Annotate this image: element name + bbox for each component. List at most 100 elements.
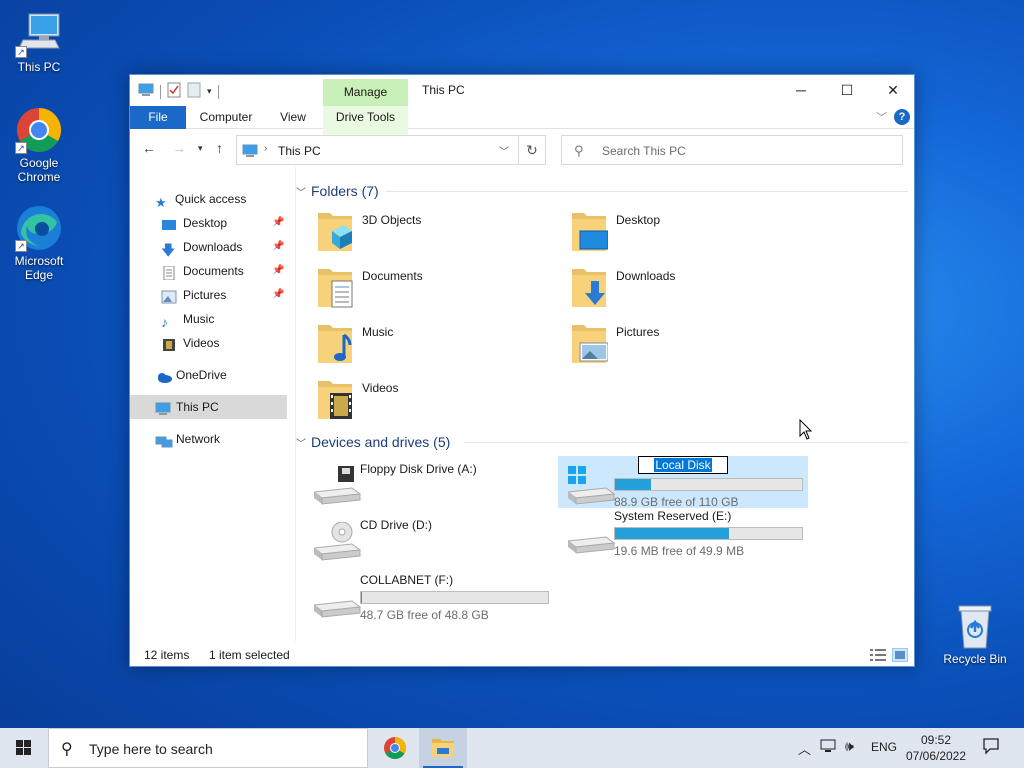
rename-input[interactable]: Local Disk <box>638 456 728 474</box>
folder-music[interactable]: Music <box>296 321 526 371</box>
notifications-icon[interactable] <box>982 737 1000 758</box>
computer-icon <box>241 144 259 161</box>
drive-usage-bar <box>360 591 549 604</box>
drive-free-space: 48.7 GB free of 48.8 GB <box>360 608 489 622</box>
status-bar: 12 items 1 item selected <box>130 645 914 667</box>
separator <box>217 84 219 99</box>
downloads-folder-icon <box>570 265 608 309</box>
volume-icon[interactable]: 🕪 <box>845 738 854 755</box>
sidebar-item-onedrive[interactable]: OneDrive <box>155 363 312 387</box>
music-folder-icon <box>316 321 354 365</box>
network-icon[interactable] <box>820 738 838 757</box>
computer-icon <box>154 400 171 415</box>
manage-tab[interactable]: Manage <box>323 79 408 106</box>
hard-drive-icon <box>566 515 616 555</box>
tab-computer[interactable]: Computer <box>194 106 258 129</box>
computer-icon <box>138 83 154 100</box>
folder-documents[interactable]: Documents <box>296 265 526 315</box>
taskbar-file-explorer[interactable] <box>419 728 467 768</box>
folder-downloads[interactable]: Downloads <box>550 265 780 315</box>
videos-folder-icon <box>316 377 354 421</box>
tab-file[interactable]: File <box>130 106 186 129</box>
download-icon: 🡇 <box>161 242 176 258</box>
start-button[interactable] <box>0 728 48 768</box>
drive-local-disk[interactable]: Local Disk 88.9 GB free of 110 GB <box>558 456 808 509</box>
star-icon: ★ <box>155 195 167 210</box>
sidebar-item-label: Videos <box>183 336 220 350</box>
rename-text: Local Disk <box>654 458 712 472</box>
chrome-icon: ↗ <box>15 106 63 154</box>
pin-icon[interactable]: 📌 <box>272 259 284 283</box>
clock-date: 07/06/2022 <box>905 749 967 763</box>
large-icons-view-icon[interactable] <box>892 648 908 662</box>
minimize-button[interactable]: ─ <box>778 75 824 105</box>
chevron-up-icon[interactable]: ︿ <box>798 739 811 758</box>
file-explorer-window: ▾ Manage This PC ─ ☐ ✕ File Computer Vie… <box>129 74 915 667</box>
refresh-button[interactable]: ↻ <box>519 135 546 165</box>
sidebar-item-label: Pictures <box>183 288 227 302</box>
windows-drive-icon <box>566 466 616 506</box>
recent-locations-icon[interactable]: ▾ <box>198 143 203 154</box>
sidebar-item-label: Desktop <box>183 216 228 230</box>
maximize-button[interactable]: ☐ <box>824 75 870 105</box>
drive-collabnet-f[interactable]: COLLABNET (F:) 48.7 GB free of 48.8 GB <box>304 569 554 622</box>
new-folder-icon[interactable] <box>187 82 201 101</box>
search-placeholder: Type here to search <box>89 741 213 757</box>
navigation-pane: ★ Quick access Desktop 📌 🡇 Downloads 📌 D… <box>130 181 295 641</box>
language-indicator[interactable]: ENG <box>871 740 897 754</box>
clock[interactable]: 09:52 07/06/2022 <box>904 732 968 764</box>
3d-objects-folder-icon <box>316 209 354 253</box>
folder-pictures[interactable]: Pictures <box>550 321 780 371</box>
chevron-down-icon[interactable]: ﹀ <box>876 109 887 125</box>
close-button[interactable]: ✕ <box>870 75 916 105</box>
desktop-icon-label: This PC <box>17 60 61 74</box>
collapse-caret-icon: ﹀ <box>296 188 306 199</box>
details-view-icon[interactable] <box>870 648 886 662</box>
desktop-icon-google-chrome[interactable]: ↗ Google Chrome <box>4 106 74 184</box>
folders-group-header[interactable]: ﹀ Folders (7) <box>296 181 379 201</box>
drives-group-header[interactable]: ﹀ Devices and drives (5) <box>296 432 450 452</box>
chevron-down-icon[interactable]: ﹀ <box>499 143 509 158</box>
address-bar[interactable]: › This PC ﹀ <box>236 135 519 165</box>
up-arrow-icon[interactable]: ↑ <box>216 140 223 156</box>
desktop-icon-microsoft-edge[interactable]: ↗ Microsoft Edge <box>4 204 74 282</box>
sidebar-item-label: This PC <box>176 400 219 414</box>
folder-desktop[interactable]: Desktop <box>550 209 780 259</box>
divider <box>464 442 908 443</box>
sidebar-item-this-pc[interactable]: This PC <box>130 395 287 419</box>
drive-system-reserved-e[interactable]: System Reserved (E:) 19.6 MB free of 49.… <box>558 505 808 558</box>
tab-view[interactable]: View <box>270 106 316 129</box>
pin-icon[interactable]: 📌 <box>272 283 284 307</box>
search-icon: ⚲ <box>574 143 584 158</box>
forward-arrow-icon[interactable]: → <box>172 140 186 156</box>
sidebar-item-quick-access[interactable]: ★ Quick access <box>155 187 312 211</box>
folder-icon <box>432 739 454 757</box>
properties-icon[interactable] <box>167 82 181 101</box>
sidebar-item-label: Network <box>176 432 221 446</box>
cloud-icon <box>155 368 172 383</box>
navigation-bar: ← → ▾ ↑ › This PC ﹀ ↻ ⚲ Search This PC <box>130 131 914 167</box>
search-input[interactable]: ⚲ Search This PC <box>561 135 903 165</box>
pin-icon[interactable]: 📌 <box>272 211 284 235</box>
sidebar-item-network[interactable]: Network <box>155 427 312 451</box>
taskbar-search-input[interactable]: ⚲ Type here to search <box>48 728 368 768</box>
back-arrow-icon[interactable]: ← <box>142 140 156 156</box>
help-button[interactable]: ? <box>894 109 910 125</box>
videos-icon <box>161 336 177 351</box>
desktop-icon-recycle-bin[interactable]: Recycle Bin <box>940 602 1010 666</box>
folder-videos[interactable]: Videos <box>296 377 526 427</box>
desktop-icon-this-pc[interactable]: ↗ This PC <box>4 10 74 74</box>
desktop-icon-label: Recycle Bin <box>943 652 1007 666</box>
recycle-bin-icon <box>951 602 999 650</box>
pin-icon[interactable]: 📌 <box>272 235 284 259</box>
quick-access-toolbar: ▾ <box>138 82 219 101</box>
pictures-icon <box>161 288 177 304</box>
folder-3d-objects[interactable]: 3D Objects <box>296 209 526 259</box>
sidebar-item-label: Downloads <box>183 240 243 254</box>
chevron-right-icon[interactable]: › <box>264 143 267 154</box>
documents-icon <box>161 264 177 281</box>
taskbar-chrome[interactable] <box>371 728 419 768</box>
customize-toolbar-icon[interactable]: ▾ <box>207 86 212 97</box>
drive-floppy-a[interactable]: Floppy Disk Drive (A:) <box>304 456 554 508</box>
drive-cd-d[interactable]: CD Drive (D:) <box>304 512 554 564</box>
